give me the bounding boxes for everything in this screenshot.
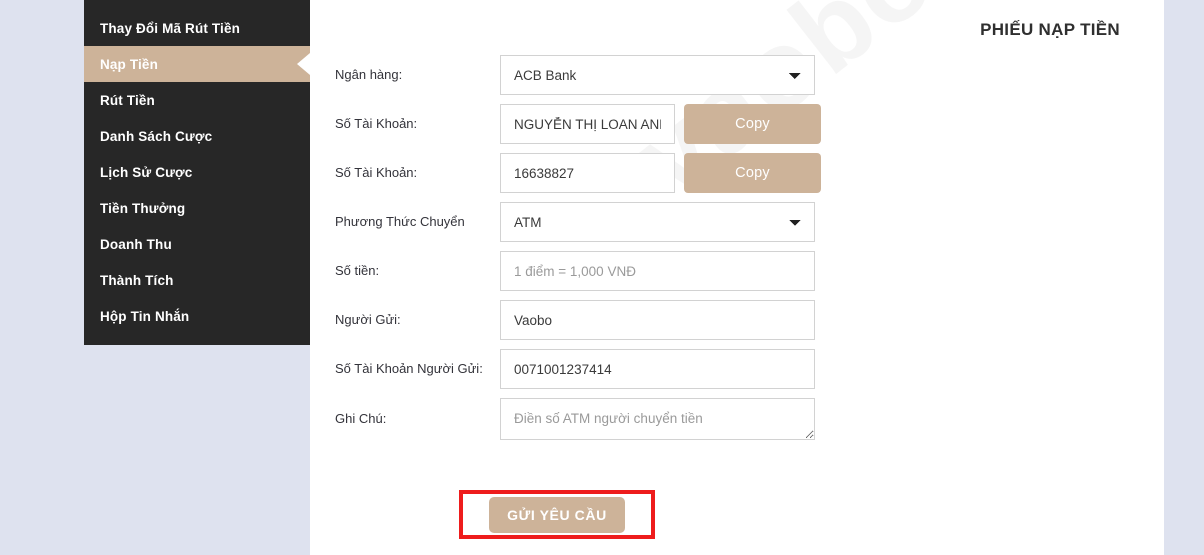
submit-request-button[interactable]: GỬI YÊU CẦU <box>489 496 625 533</box>
sender-account-label: Số Tài Khoản Người Gửi: <box>335 360 483 376</box>
sidebar-item-doanh-thu[interactable]: Doanh Thu <box>84 226 310 262</box>
active-item-arrow-icon <box>297 53 310 75</box>
copy-account-number-button[interactable]: Copy <box>684 153 821 193</box>
sidebar-item-ti-n-th-ng[interactable]: Tiền Thưởng <box>84 190 310 226</box>
form-row-bank: Ngân hàng: ACB Bank <box>335 55 1135 95</box>
form-row-account-name: Số Tài Khoản: Copy <box>335 104 1135 144</box>
bank-select[interactable]: ACB Bank <box>500 55 815 95</box>
copy-account-name-button[interactable]: Copy <box>684 104 821 144</box>
form-row-note: Ghi Chú: <box>335 398 1135 440</box>
sidebar-item-r-t-ti-n[interactable]: Rút Tiền <box>84 82 310 118</box>
sidebar-menu: Thay Đổi Mã Rút Tiền Nạp Tiền Rút Tiền Danh… <box>84 0 310 345</box>
note-textarea[interactable] <box>500 398 815 440</box>
bank-field-area: ACB Bank <box>500 55 815 95</box>
account-name-field-area: Copy <box>500 104 821 144</box>
submit-highlight-box: GỬI YÊU CẦU <box>459 490 655 539</box>
form-row-account-number: Số Tài Khoản: Copy <box>335 153 1135 193</box>
sidebar-item-label: Lịch Sử Cược <box>100 164 193 180</box>
sidebar-item-label: Doanh Thu <box>100 236 172 252</box>
sidebar-item-label: Rút Tiền <box>100 92 155 108</box>
sidebar-item-thay-i-m-r-t-ti-n[interactable]: Thay Đổi Mã Rút Tiền <box>84 10 310 46</box>
sender-name-field-area <box>500 300 815 340</box>
sidebar-item-danh-s-ch-c-c[interactable]: Danh Sách Cược <box>84 118 310 154</box>
sidebar-item-label: Hộp Tin Nhắn <box>100 308 190 324</box>
sidebar-item-label: Danh Sách Cược <box>100 128 213 144</box>
sidebar-item-h-p-tin-nh-n[interactable]: Hộp Tin Nhắn <box>84 298 310 334</box>
sidebar-item-label: Thay Đổi Mã Rút Tiền <box>100 20 241 36</box>
sidebar-item-n-p-ti-n[interactable]: Nạp Tiền <box>84 46 310 82</box>
note-label: Ghi Chú: <box>335 410 387 426</box>
sidebar-item-th-nh-t-ch[interactable]: Thành Tích <box>84 262 310 298</box>
sidebar-item-label: Tiền Thưởng <box>100 200 186 216</box>
amount-field-area <box>500 251 815 291</box>
sender-name-label: Người Gửi: <box>335 311 401 327</box>
amount-input[interactable] <box>500 251 815 291</box>
form-row-sender-account: Số Tài Khoản Người Gửi: <box>335 349 1135 389</box>
sidebar-item-label: Nạp Tiền <box>100 56 158 72</box>
sidebar-item-label: Thành Tích <box>100 272 174 288</box>
form-row-sender-name: Người Gửi: <box>335 300 1135 340</box>
app-root: vaobo247.com PHIẾU NẠP TIỀN Ngân hàng: A… <box>0 0 1204 555</box>
account-number-field-area: Copy <box>500 153 821 193</box>
sidebar-item-partial <box>84 0 310 10</box>
content-panel: vaobo247.com PHIẾU NẠP TIỀN Ngân hàng: A… <box>310 0 1164 555</box>
page-title: PHIẾU NẠP TIỀN <box>980 20 1120 39</box>
account-name-label: Số Tài Khoản: <box>335 115 418 131</box>
bank-label: Ngân hàng: <box>335 66 403 82</box>
form-row-amount: Số tiền: <box>335 251 1135 291</box>
transfer-method-select[interactable]: ATM <box>500 202 815 242</box>
transfer-method-label: Phương Thức Chuyển <box>335 213 465 229</box>
account-number-input[interactable] <box>500 153 675 193</box>
sender-name-input[interactable] <box>500 300 815 340</box>
sidebar-item-l-ch-s-c-c[interactable]: Lịch Sử Cược <box>84 154 310 190</box>
account-name-input[interactable] <box>500 104 675 144</box>
transfer-method-field-area: ATM <box>500 202 815 242</box>
sender-account-field-area <box>500 349 815 389</box>
sender-account-input[interactable] <box>500 349 815 389</box>
note-field-area <box>500 398 815 440</box>
form-row-transfer-method: Phương Thức Chuyển ATM <box>335 202 1135 242</box>
deposit-form: Ngân hàng: ACB Bank Số Tài Khoản: Copy S… <box>335 55 1135 449</box>
amount-label: Số tiền: <box>335 262 380 278</box>
account-number-label: Số Tài Khoản: <box>335 164 418 180</box>
